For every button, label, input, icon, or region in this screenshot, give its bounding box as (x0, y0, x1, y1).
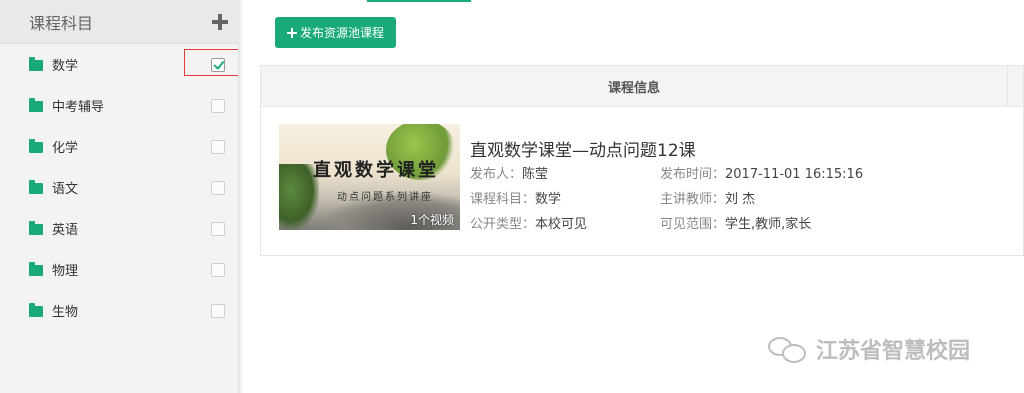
sidebar: 课程科目 数学 中考辅导 化学 语文 英语 物理 生物 (0, 0, 242, 393)
sidebar-item-chinese[interactable]: 语文 (0, 167, 240, 208)
add-subject-icon[interactable] (212, 13, 228, 30)
publisher-value: 陈莹 (522, 167, 549, 182)
publish-time-value: 2017-11-01 16:15:16 (725, 167, 864, 182)
sidebar-divider (238, 0, 244, 393)
sidebar-header: 课程科目 (0, 0, 240, 44)
sidebar-item-biology[interactable]: 生物 (0, 290, 240, 331)
sidebar-item-label: 数学 (52, 59, 79, 74)
course-table: 课程信息 直观数学课堂 动点问题系列讲座 1个视频 直观数学课堂—动点问题12课… (260, 65, 1024, 256)
visible-scope-value: 学生,教师,家长 (725, 217, 812, 232)
sidebar-item-label: 物理 (52, 264, 79, 279)
visibility-type-field: 公开类型：本校可见 (470, 213, 587, 232)
watermark-text: 江苏省智慧校园 (816, 339, 971, 364)
subject-field: 课程科目：数学 (470, 188, 561, 207)
folder-icon (29, 139, 43, 153)
publisher-field: 发布人：陈莹 (470, 163, 548, 182)
sidebar-item-label: 语文 (52, 182, 79, 197)
sidebar-item-label: 生物 (52, 305, 79, 320)
publish-time-label: 发布时间： (660, 167, 726, 182)
thumbnail-subtitle: 动点问题系列讲座 (337, 192, 433, 203)
subject-checkbox[interactable] (211, 303, 225, 318)
sidebar-item-physics[interactable]: 物理 (0, 249, 240, 290)
sidebar-title: 课程科目 (29, 13, 94, 33)
visibility-type-label: 公开类型： (470, 217, 536, 232)
visible-scope-label: 可见范围： (660, 217, 726, 232)
column-header-extra (1007, 66, 1023, 106)
folder-icon (29, 303, 43, 317)
folder-icon (29, 98, 43, 112)
subject-checkbox[interactable] (211, 57, 225, 72)
visibility-type-value: 本校可见 (535, 217, 588, 232)
video-count: 1个视频 (410, 213, 454, 227)
subject-checkbox[interactable] (211, 262, 225, 277)
sidebar-item-math[interactable]: 数学 (0, 44, 240, 85)
teacher-value: 刘 杰 (725, 192, 756, 207)
folder-icon (29, 57, 43, 71)
publish-time-field: 发布时间：2017-11-01 16:15:16 (660, 163, 863, 182)
sidebar-item-label: 英语 (52, 223, 79, 238)
publish-course-label: 发布资源池课程 (299, 26, 384, 40)
wechat-icon (768, 335, 810, 363)
subject-label: 课程科目： (470, 192, 536, 207)
subject-checkbox[interactable] (211, 98, 225, 113)
teacher-label: 主讲教师： (660, 192, 726, 207)
teacher-field: 主讲教师：刘 杰 (660, 188, 755, 207)
sidebar-item-label: 化学 (52, 141, 79, 156)
visible-scope-field: 可见范围：学生,教师,家长 (660, 213, 811, 232)
plus-icon (286, 27, 297, 38)
sidebar-item-label: 中考辅导 (52, 100, 105, 115)
publish-course-button[interactable]: 发布资源池课程 (275, 17, 396, 48)
active-tab-indicator (367, 0, 471, 2)
sidebar-item-exam-prep[interactable]: 中考辅导 (0, 85, 240, 126)
folder-icon (29, 262, 43, 276)
sidebar-item-chemistry[interactable]: 化学 (0, 126, 240, 167)
sidebar-item-english[interactable]: 英语 (0, 208, 240, 249)
subject-checkbox[interactable] (211, 221, 225, 236)
course-thumbnail[interactable]: 直观数学课堂 动点问题系列讲座 1个视频 (279, 124, 460, 230)
subject-checkbox[interactable] (211, 139, 225, 154)
column-header-course-info: 课程信息 (608, 80, 661, 96)
course-title[interactable]: 直观数学课堂—动点问题12课 (470, 136, 696, 161)
table-header: 课程信息 (261, 66, 1023, 107)
folder-icon (29, 180, 43, 194)
subject-value: 数学 (535, 192, 562, 207)
folder-icon (29, 221, 43, 235)
subject-checkbox[interactable] (211, 180, 225, 195)
thumbnail-title: 直观数学课堂 (313, 160, 439, 181)
subject-list: 数学 中考辅导 化学 语文 英语 物理 生物 (0, 44, 240, 331)
publisher-label: 发布人： (470, 167, 523, 182)
watermark: 江苏省智慧校园 (768, 333, 970, 365)
